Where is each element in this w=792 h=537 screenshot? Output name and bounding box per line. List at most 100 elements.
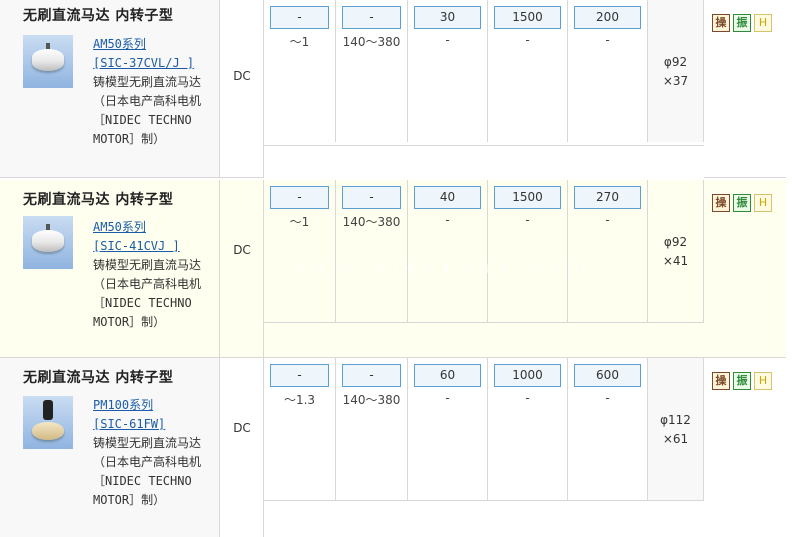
drive-type: DC	[233, 243, 251, 257]
badge-cell: 操 振 H	[704, 180, 786, 357]
drive-cell: DC	[220, 180, 264, 357]
vibration-badge-icon: 振	[733, 14, 751, 32]
model-link[interactable]: [SIC-37CVL/J ]	[93, 54, 218, 73]
spec-value-box: -	[270, 6, 329, 29]
dimension-length: ×41	[662, 254, 689, 268]
product-row: 无刷直流马达 内转子型 AM50系列 [SIC-37CVL/J ] 铸模型无刷直…	[0, 0, 786, 180]
product-description-block: PM100系列 [SIC-61FW] 铸模型无刷直流马达（日本电产高科电机［NI…	[93, 396, 218, 510]
spec-cell: - ～1.3	[264, 358, 336, 500]
spec-cell: 270 -	[568, 180, 648, 322]
spec-cell: 1000 -	[488, 358, 568, 500]
product-description-block: AM50系列 [SIC-37CVL/J ] 铸模型无刷直流马达（日本电产高科电机…	[93, 35, 218, 149]
spec-cell: 1500 -	[488, 0, 568, 142]
h-badge-icon: H	[754, 194, 772, 212]
spec-cell: - ～1	[264, 0, 336, 142]
dimension-text: φ92 ×37	[648, 53, 703, 91]
control-badge-icon: 操	[712, 14, 730, 32]
feature-badges: 操 振 H	[712, 194, 772, 212]
spec-range: -	[525, 33, 530, 47]
spec-cell: 40 -	[408, 180, 488, 322]
spec-range: -	[445, 33, 450, 47]
spec-cell: 200 -	[568, 0, 648, 142]
spec-cell: - 140～380	[336, 180, 408, 322]
spec-cell: - 140～380	[336, 358, 408, 500]
product-title: 无刷直流马达 内转子型	[23, 370, 174, 386]
spec-range: ～1.3	[283, 393, 316, 407]
spec-value-box: 1000	[494, 364, 561, 387]
product-name-cell: 无刷直流马达 内转子型 AM50系列 [SIC-41CVJ ] 铸模型无刷直流马…	[0, 180, 220, 357]
feature-badges: 操 振 H	[712, 14, 772, 32]
motor-image[interactable]	[23, 35, 73, 88]
badge-cell: 操 振 H	[704, 358, 786, 537]
vibration-badge-icon: 振	[733, 372, 751, 390]
spec-range: -	[445, 213, 450, 227]
spec-cell: 600 -	[568, 358, 648, 500]
spec-range: -	[525, 391, 530, 405]
product-description: 铸模型无刷直流马达（日本电产高科电机［NIDEC TECHNO MOTOR］制）	[93, 436, 202, 507]
feature-badges: 操 振 H	[712, 372, 772, 390]
spec-value-box: 40	[414, 186, 481, 209]
dimension-cell: φ92 ×41	[648, 180, 704, 322]
spec-cell: - 140～380	[336, 0, 408, 142]
product-name-cell: 无刷直流马达 内转子型 PM100系列 [SIC-61FW] 铸模型无刷直流马达…	[0, 358, 220, 537]
spec-cell: - ～1	[264, 180, 336, 322]
spec-value-box: 1500	[494, 186, 561, 209]
h-badge-icon: H	[754, 14, 772, 32]
dimension-text: φ112 ×61	[648, 411, 703, 449]
spec-range: -	[445, 391, 450, 405]
spec-value-box: -	[270, 186, 329, 209]
dimension-length: ×61	[662, 432, 689, 446]
spec-range: -	[525, 213, 530, 227]
product-title: 无刷直流马达 内转子型	[23, 192, 174, 208]
spec-value-box: 60	[414, 364, 481, 387]
spec-range: -	[605, 33, 610, 47]
control-badge-icon: 操	[712, 372, 730, 390]
product-table: 无刷直流马达 内转子型 AM50系列 [SIC-37CVL/J ] 铸模型无刷直…	[0, 0, 792, 537]
drive-cell: DC	[220, 358, 264, 537]
product-title: 无刷直流马达 内转子型	[23, 8, 174, 24]
h-badge-icon: H	[754, 372, 772, 390]
dimension-length: ×37	[662, 74, 689, 88]
spec-value-box: 200	[574, 6, 641, 29]
spec-range: 140～380	[342, 215, 401, 229]
dimension-cell: φ92 ×37	[648, 0, 704, 142]
product-description: 铸模型无刷直流马达（日本电产高科电机［NIDEC TECHNO MOTOR］制）	[93, 75, 202, 146]
series-link[interactable]: PM100系列	[93, 396, 218, 415]
spec-value-box: -	[270, 364, 329, 387]
motor-image[interactable]	[23, 216, 73, 269]
model-link[interactable]: [SIC-41CVJ ]	[93, 237, 218, 256]
dimension-diameter: φ92	[663, 55, 688, 69]
series-link[interactable]: AM50系列	[93, 35, 218, 54]
spec-value-box: 270	[574, 186, 641, 209]
spec-cell: 1500 -	[488, 180, 568, 322]
product-description-block: AM50系列 [SIC-41CVJ ] 铸模型无刷直流马达（日本电产高科电机［N…	[93, 218, 218, 332]
spec-value-box: 1500	[494, 6, 561, 29]
badge-cell: 操 振 H	[704, 0, 786, 180]
spec-value-box: -	[342, 6, 401, 29]
spec-range: 140～380	[342, 393, 401, 407]
row-footer-blank	[264, 322, 704, 357]
spec-range: -	[605, 213, 610, 227]
spec-cell: 60 -	[408, 358, 488, 500]
spec-cell: 30 -	[408, 0, 488, 142]
watermark-text: www.elecfans.com	[292, 258, 595, 278]
dimension-diameter: φ92	[663, 235, 688, 249]
spec-value-box: -	[342, 364, 401, 387]
dimension-cell: φ112 ×61	[648, 358, 704, 500]
drive-type: DC	[233, 69, 251, 83]
control-badge-icon: 操	[712, 194, 730, 212]
product-row: 无刷直流马达 内转子型 PM100系列 [SIC-61FW] 铸模型无刷直流马达…	[0, 358, 786, 537]
motor-image[interactable]	[23, 396, 73, 449]
dimension-diameter: φ112	[660, 413, 691, 427]
series-link[interactable]: AM50系列	[93, 218, 218, 237]
spec-range: ～1	[289, 215, 310, 229]
spec-value-box: 30	[414, 6, 481, 29]
product-name-cell: 无刷直流马达 内转子型 AM50系列 [SIC-37CVL/J ] 铸模型无刷直…	[0, 0, 220, 177]
row-footer-blank	[264, 500, 704, 537]
spec-range: 140～380	[342, 35, 401, 49]
product-description: 铸模型无刷直流马达（日本电产高科电机［NIDEC TECHNO MOTOR］制）	[93, 258, 202, 329]
drive-type: DC	[233, 421, 251, 435]
model-link[interactable]: [SIC-61FW]	[93, 415, 218, 434]
spec-value-box: 600	[574, 364, 641, 387]
spec-range: -	[605, 391, 610, 405]
